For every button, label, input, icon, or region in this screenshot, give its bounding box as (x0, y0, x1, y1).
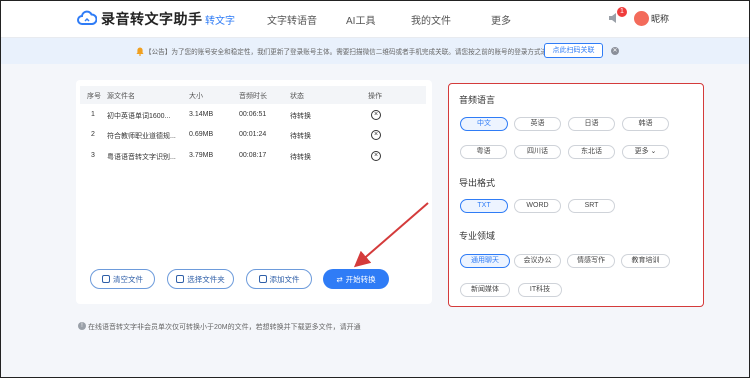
row-3-size: 3.79MB (189, 152, 214, 159)
announcement-bar: 【公告】为了您的账号安全和稳定性，我们更新了登录账号主体。需要扫描微信二维码或者… (0, 38, 750, 64)
audio-language-title: 音频语言 (459, 95, 496, 105)
delete-row-3-icon[interactable]: × (371, 151, 381, 161)
clear-files-label: 清空文件 (113, 274, 143, 284)
domain-title: 专业领域 (459, 231, 496, 241)
format-txt-chip[interactable]: TXT (460, 199, 508, 213)
lang-cantonese-chip[interactable]: 粤语 (460, 145, 507, 159)
col-header-actions: 操作 (368, 93, 382, 100)
lang-northeast-chip[interactable]: 东北话 (568, 145, 615, 159)
announcement-text: 【公告】为了您的账号安全和稳定性，我们更新了登录账号主体。需要扫描微信二维码或者… (145, 49, 574, 56)
top-navbar: 录音转文字助手 转文字 文字转语音 AI工具 我的文件 更多 1 昵称 (0, 0, 750, 38)
info-icon: ! (78, 322, 86, 330)
row-1-size: 3.14MB (189, 111, 214, 118)
start-convert-label: 开始转换 (345, 274, 376, 284)
col-header-duration: 音频时长 (239, 93, 267, 100)
choose-folder-button[interactable]: 选择文件夹 (167, 269, 234, 289)
trash-icon (102, 275, 110, 283)
close-icon[interactable]: ✕ (611, 47, 619, 55)
start-convert-button[interactable]: ⇄ 开始转换 (323, 269, 389, 289)
add-file-icon (258, 275, 267, 283)
row-2-filename: 符合教师职业道德规... (107, 133, 176, 140)
choose-folder-label: 选择文件夹 (187, 274, 225, 284)
nav-my-files[interactable]: 我的文件 (411, 12, 451, 27)
convert-icon: ⇄ (336, 274, 343, 284)
lang-japanese-chip[interactable]: 日语 (568, 117, 615, 131)
lang-korean-chip[interactable]: 韩语 (622, 117, 669, 131)
row-2-duration: 00:01:24 (239, 131, 267, 138)
folder-icon (176, 275, 185, 283)
app-title: 录音转文字助手 (101, 11, 203, 27)
cloud-logo-icon (77, 10, 97, 25)
row-2-status: 待转换 (290, 133, 311, 140)
nav-more[interactable]: 更多 (491, 12, 511, 27)
delete-row-2-icon[interactable]: × (371, 130, 381, 140)
lang-more-dropdown[interactable]: 更多 ⌄ (622, 145, 669, 159)
col-header-status: 状态 (290, 93, 304, 100)
col-header-size: 大小 (189, 93, 203, 100)
app-logo[interactable]: 录音转文字助手 (77, 9, 203, 29)
domain-news-media-chip[interactable]: 新闻媒体 (460, 283, 510, 297)
scan-link-button[interactable]: 点此扫码关联 (544, 43, 603, 58)
lang-more-label: 更多 (634, 148, 649, 155)
row-3-duration: 00:08:17 (239, 152, 267, 159)
domain-emotional-writing-chip[interactable]: 情感写作 (567, 254, 615, 268)
row-1-index: 1 (91, 111, 95, 118)
row-2-index: 2 (91, 131, 95, 138)
add-file-button[interactable]: 添加文件 (246, 269, 312, 289)
notification-badge: 1 (617, 7, 627, 17)
row-1-duration: 00:06:51 (239, 111, 267, 118)
format-word-chip[interactable]: WORD (514, 199, 561, 213)
member-hint-text: 在线语音转文字非会员单次仅可转换小于20M的文件，若想转换并下载更多文件，请开通 (88, 324, 361, 331)
nav-speech-to-text[interactable]: 转文字 (205, 12, 235, 27)
user-avatar[interactable] (634, 11, 649, 26)
row-1-status: 待转换 (290, 113, 311, 120)
nav-text-to-speech[interactable]: 文字转语音 (267, 12, 317, 27)
lang-chinese-chip[interactable]: 中文 (460, 117, 508, 131)
domain-meeting-chip[interactable]: 会议办公 (514, 254, 561, 268)
lang-english-chip[interactable]: 英语 (514, 117, 561, 131)
col-header-index: 序号 (87, 93, 101, 100)
domain-it-tech-chip[interactable]: IT科技 (518, 283, 562, 297)
announcement-bell-icon (136, 47, 144, 56)
export-format-title: 导出格式 (459, 178, 496, 188)
row-3-filename: 粤语语音转文字识别... (107, 154, 176, 161)
add-file-label: 添加文件 (269, 274, 300, 284)
delete-row-1-icon[interactable]: × (371, 110, 381, 120)
user-nickname[interactable]: 昵称 (651, 12, 669, 25)
row-3-status: 待转换 (290, 154, 311, 161)
col-header-name: 源文件名 (107, 93, 135, 100)
domain-education-chip[interactable]: 教育培训 (621, 254, 670, 268)
domain-general-chat-chip[interactable]: 通用聊天 (460, 254, 510, 268)
lang-sichuan-chip[interactable]: 四川话 (514, 145, 561, 159)
row-3-index: 3 (91, 152, 95, 159)
row-1-filename: 初中英语单词1600... (107, 113, 171, 120)
nav-ai-tools[interactable]: AI工具 (346, 12, 375, 27)
clear-files-button[interactable]: 清空文件 (90, 269, 155, 289)
format-srt-chip[interactable]: SRT (568, 199, 615, 213)
row-2-size: 0.69MB (189, 131, 214, 138)
chevron-down-icon: ⌄ (650, 148, 657, 155)
